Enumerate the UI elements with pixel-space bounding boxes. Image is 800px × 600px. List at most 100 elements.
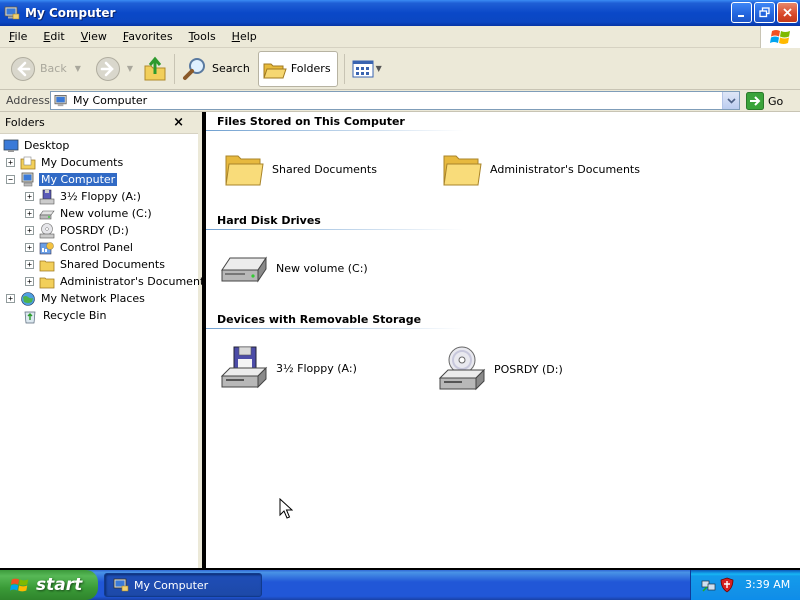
tree-item-my-computer[interactable]: − My Computer: [6, 171, 119, 188]
back-dropdown-icon[interactable]: ▼: [75, 64, 81, 73]
tree-item-my-documents[interactable]: + My Documents: [6, 154, 125, 171]
go-arrow-icon: [746, 92, 764, 110]
forward-button[interactable]: ▼: [91, 51, 137, 87]
views-button[interactable]: ▼: [348, 51, 386, 87]
standard-toolbar: Back ▼ ▼ Search Folders ▼: [0, 48, 800, 90]
expand-toggle[interactable]: +: [25, 192, 34, 201]
start-button[interactable]: start: [0, 570, 98, 600]
menu-file[interactable]: File: [0, 30, 34, 43]
views-icon: [352, 60, 374, 77]
taskbar: start My Computer 3:39 AM: [0, 570, 800, 600]
tree-item-recycle-bin[interactable]: Recycle Bin: [22, 307, 108, 324]
windows-logo: [760, 26, 800, 48]
back-button[interactable]: Back ▼: [6, 51, 85, 87]
address-label: Address: [6, 94, 50, 107]
clock[interactable]: 3:39 AM: [745, 578, 790, 591]
network-places-icon: [21, 291, 35, 306]
window-title: My Computer: [25, 6, 116, 20]
minimize-button[interactable]: [731, 2, 752, 23]
forward-dropdown-icon[interactable]: ▼: [127, 64, 133, 73]
folder-icon: [443, 155, 482, 186]
restore-button[interactable]: [754, 2, 775, 23]
close-button[interactable]: [777, 2, 798, 23]
item-new-volume-c[interactable]: New volume (C:): [220, 250, 368, 286]
folders-icon: [263, 63, 287, 78]
floppy-drive-icon: [39, 189, 55, 204]
expand-toggle[interactable]: +: [25, 243, 34, 252]
tree-item-control-panel[interactable]: + Control Panel: [25, 239, 135, 256]
content-pane: Files Stored on This Computer Shared Doc…: [206, 112, 800, 568]
address-input[interactable]: My Computer: [50, 91, 740, 110]
group-header-removable-storage: Devices with Removable Storage: [217, 313, 422, 326]
folders-pane: Folders × Desktop + My Documents − My Co…: [0, 112, 210, 568]
title-bar[interactable]: My Computer: [0, 0, 800, 26]
taskbar-button-my-computer[interactable]: My Computer: [104, 573, 262, 597]
item-floppy-a[interactable]: 3½ Floppy (A:): [220, 346, 357, 390]
my-computer-icon: [21, 172, 34, 186]
views-dropdown-icon[interactable]: ▼: [376, 64, 382, 73]
expand-toggle[interactable]: +: [25, 260, 34, 269]
close-pane-button[interactable]: ×: [173, 115, 184, 130]
expand-toggle[interactable]: +: [25, 226, 34, 235]
menu-view[interactable]: View: [72, 30, 114, 43]
expand-toggle[interactable]: +: [6, 294, 15, 303]
item-administrators-documents[interactable]: Administrator's Documents: [442, 150, 640, 188]
tree-item-desktop[interactable]: Desktop: [3, 137, 71, 154]
my-computer-icon: [4, 6, 20, 20]
windows-flag-icon: [10, 578, 29, 592]
collapse-toggle[interactable]: −: [6, 175, 15, 184]
my-computer-icon: [113, 578, 129, 592]
mouse-cursor-icon: [279, 498, 293, 519]
close-icon: [783, 8, 792, 17]
up-folder-icon: [144, 56, 166, 80]
tree-item-volume-c[interactable]: + New volume (C:): [25, 205, 154, 222]
group-header-hard-disk-drives: Hard Disk Drives: [217, 214, 321, 227]
group-divider: [206, 229, 464, 230]
menu-edit[interactable]: Edit: [34, 30, 71, 43]
toolbar-separator: [343, 53, 345, 84]
folders-button[interactable]: Folders: [257, 50, 338, 87]
tree-item-my-network-places[interactable]: + My Network Places: [6, 290, 147, 307]
menu-help[interactable]: Help: [223, 30, 264, 43]
hard-drive-icon: [221, 256, 267, 283]
search-button[interactable]: Search: [178, 51, 254, 87]
item-posrdy-d[interactable]: POSRDY (D:): [438, 346, 563, 392]
item-shared-documents[interactable]: Shared Documents: [224, 150, 377, 188]
minimize-icon: [737, 14, 744, 17]
cd-drive-icon: [438, 346, 486, 391]
expand-toggle[interactable]: +: [6, 158, 15, 167]
address-dropdown-button[interactable]: [722, 92, 739, 109]
folder-icon: [39, 260, 55, 271]
tree-item-administrators-documents[interactable]: + Administrator's Documents: [25, 273, 212, 290]
tree-item-shared-documents[interactable]: + Shared Documents: [25, 256, 167, 273]
my-documents-icon: [20, 156, 36, 169]
chevron-down-icon: [726, 97, 736, 104]
cd-drive-icon: [39, 222, 55, 238]
menu-bar: File Edit View Favorites Tools Help: [0, 26, 800, 48]
system-tray: 3:39 AM: [690, 570, 800, 600]
restore-icon: [759, 7, 770, 18]
floppy-drive-icon: [220, 346, 268, 389]
menu-tools[interactable]: Tools: [180, 30, 223, 43]
tree-item-posrdy-d[interactable]: + POSRDY (D:): [25, 222, 131, 239]
search-icon: [183, 57, 206, 80]
tree-item-floppy[interactable]: + 3½ Floppy (A:): [25, 188, 143, 205]
go-button[interactable]: Go: [746, 92, 783, 110]
control-panel-icon: [39, 241, 54, 254]
windows-flag-icon: [769, 30, 790, 44]
address-bar: Address My Computer Go: [0, 90, 800, 112]
folders-pane-title: Folders: [5, 116, 45, 129]
up-folder-button[interactable]: [139, 51, 171, 87]
desktop-icon: [3, 139, 19, 152]
group-header-files-stored: Files Stored on This Computer: [217, 115, 405, 128]
group-divider: [206, 328, 464, 329]
expand-toggle[interactable]: +: [25, 277, 34, 286]
network-connection-icon[interactable]: [701, 577, 717, 593]
toolbar-separator: [174, 53, 176, 84]
recycle-bin-icon: [24, 311, 36, 323]
folders-pane-header: Folders ×: [0, 112, 198, 134]
security-shield-icon[interactable]: [720, 577, 734, 593]
expand-toggle[interactable]: +: [25, 209, 34, 218]
menu-favorites[interactable]: Favorites: [114, 30, 180, 43]
my-computer-icon: [54, 94, 67, 106]
